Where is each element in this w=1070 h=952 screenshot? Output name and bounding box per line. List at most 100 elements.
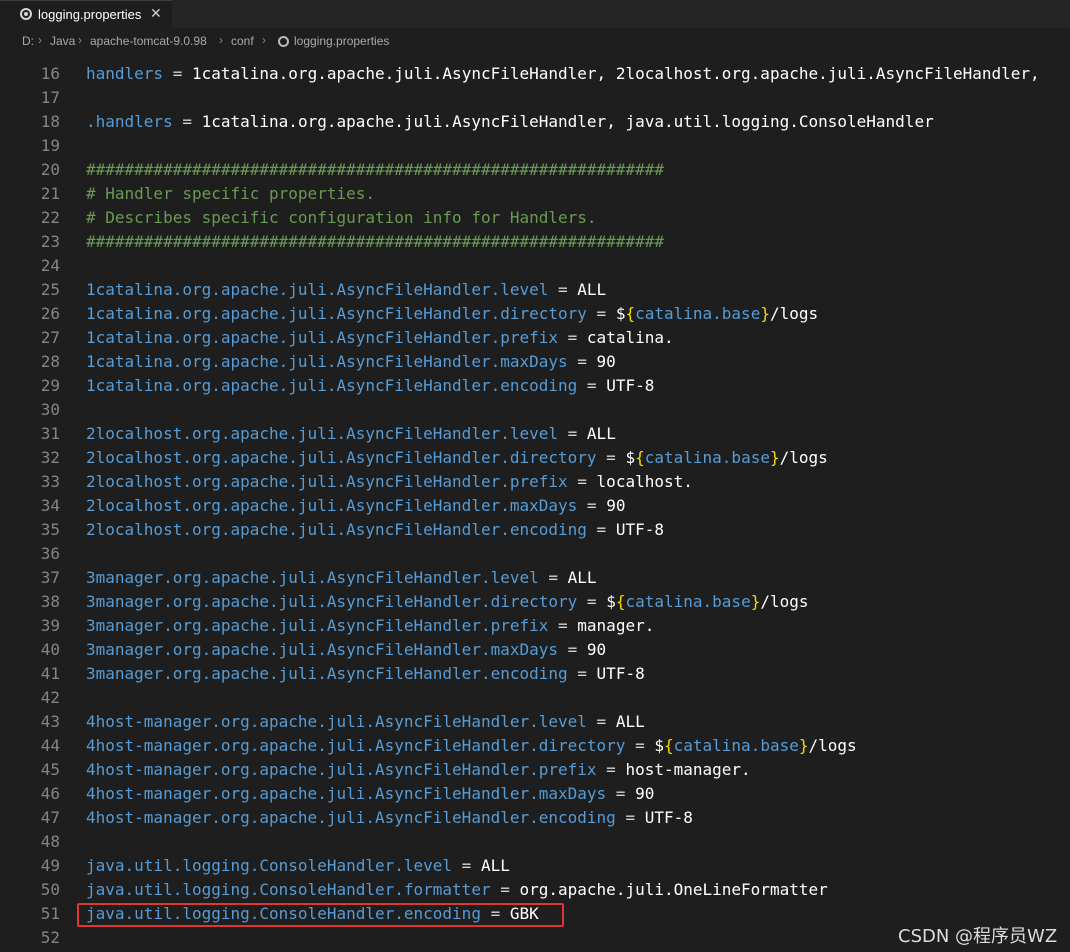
code-content: 1catalina.org.apache.juli.AsyncFileHandl…: [86, 278, 606, 302]
property-value: /logs: [808, 736, 857, 755]
code-content: 1catalina.org.apache.juli.AsyncFileHandl…: [86, 374, 654, 398]
property-value: 90: [586, 640, 607, 659]
property-key: 2localhost.org.apache.juli.AsyncFileHand…: [86, 424, 559, 443]
line-number: 36: [40, 544, 60, 563]
code-content: 2localhost.org.apache.juli.AsyncFileHand…: [86, 422, 616, 446]
code-line[interactable]: 40 3manager.org.apache.juli.AsyncFileHand…: [0, 638, 1070, 662]
equals-operator: =: [586, 304, 616, 323]
code-line[interactable]: 43 4host-manager.org.apache.juli.AsyncFil…: [0, 710, 1070, 734]
code-line[interactable]: 46 4host-manager.org.apache.juli.AsyncFil…: [0, 782, 1070, 806]
code-content: .handlers = 1catalina.org.apache.juli.As…: [86, 110, 934, 134]
line-number: 50: [40, 880, 60, 899]
code-line[interactable]: 36: [0, 542, 1070, 566]
code-content: java.util.logging.ConsoleHandler.level =…: [86, 854, 510, 878]
line-number: 39: [40, 616, 60, 635]
property-value: ALL: [577, 280, 607, 299]
line-number: 27: [40, 328, 60, 347]
breadcrumb-separator: ›: [78, 33, 82, 47]
equals-operator: =: [577, 496, 607, 515]
code-line[interactable]: 23 ######################################…: [0, 230, 1070, 254]
code-content: # Handler specific properties.: [86, 182, 375, 206]
code-line[interactable]: 34 2localhost.org.apache.juli.AsyncFileHa…: [0, 494, 1070, 518]
line-number: 24: [40, 256, 60, 275]
watermark: CSDN @程序员WZ: [898, 926, 1058, 947]
code-line[interactable]: 17: [0, 86, 1070, 110]
code-line[interactable]: 41 3manager.org.apache.juli.AsyncFileHand…: [0, 662, 1070, 686]
property-key: 2localhost.org.apache.juli.AsyncFileHand…: [86, 472, 568, 491]
code-line[interactable]: 28 1catalina.org.apache.juli.AsyncFileHan…: [0, 350, 1070, 374]
line-number: 46: [40, 784, 60, 803]
equals-operator: =: [606, 784, 636, 803]
breadcrumb-item-conf[interactable]: conf: [231, 34, 254, 48]
property-value: $: [615, 304, 626, 323]
breadcrumb-item-java[interactable]: Java: [50, 34, 75, 48]
code-line[interactable]: 38 3manager.org.apache.juli.AsyncFileHand…: [0, 590, 1070, 614]
code-editor[interactable]: 16 handlers = 1catalina.org.apache.juli.A…: [0, 54, 1070, 952]
property-value: ALL: [615, 712, 645, 731]
code-line[interactable]: 16 handlers = 1catalina.org.apache.juli.A…: [0, 62, 1070, 86]
code-line[interactable]: 20 ######################################…: [0, 158, 1070, 182]
code-line[interactable]: 47 4host-manager.org.apache.juli.AsyncFil…: [0, 806, 1070, 830]
code-line[interactable]: 42: [0, 686, 1070, 710]
variable-name: catalina.base: [644, 448, 770, 467]
line-number: 30: [40, 400, 60, 419]
property-key: 3manager.org.apache.juli.AsyncFileHandle…: [86, 616, 549, 635]
property-key: 4host-manager.org.apache.juli.AsyncFileH…: [86, 760, 597, 779]
code-content: handlers = 1catalina.org.apache.juli.Asy…: [86, 62, 1040, 86]
line-number: 31: [40, 424, 60, 443]
code-line[interactable]: 50 java.util.logging.ConsoleHandler.forma…: [0, 878, 1070, 902]
code-content: 4host-manager.org.apache.juli.AsyncFileH…: [86, 782, 654, 806]
line-number: 47: [40, 808, 60, 827]
code-line[interactable]: 49 java.util.logging.ConsoleHandler.level…: [0, 854, 1070, 878]
code-line[interactable]: 35 2localhost.org.apache.juli.AsyncFileHa…: [0, 518, 1070, 542]
tab-label: logging.properties: [38, 7, 142, 22]
code-line[interactable]: 48: [0, 830, 1070, 854]
brace-close: }: [760, 304, 770, 323]
property-value: $: [625, 448, 636, 467]
code-line[interactable]: 25 1catalina.org.apache.juli.AsyncFileHan…: [0, 278, 1070, 302]
code-line[interactable]: 33 2localhost.org.apache.juli.AsyncFileHa…: [0, 470, 1070, 494]
code-content: ########################################…: [86, 158, 664, 182]
property-key: .handlers: [86, 112, 173, 131]
code-line[interactable]: 45 4host-manager.org.apache.juli.AsyncFil…: [0, 758, 1070, 782]
breadcrumb-item-drive[interactable]: D:: [22, 34, 34, 48]
code-line[interactable]: 44 4host-manager.org.apache.juli.AsyncFil…: [0, 734, 1070, 758]
code-line[interactable]: 26 1catalina.org.apache.juli.AsyncFileHan…: [0, 302, 1070, 326]
property-value: $: [654, 736, 664, 755]
property-value: 90: [635, 784, 655, 803]
equals-operator: =: [567, 664, 597, 683]
code-line[interactable]: 31 2localhost.org.apache.juli.AsyncFileHa…: [0, 422, 1070, 446]
code-line[interactable]: 21 # Handler specific properties.: [0, 182, 1070, 206]
property-value: UTF-8: [596, 664, 645, 683]
tab-logging-properties[interactable]: logging.properties ✕: [0, 0, 172, 28]
code-line[interactable]: 39 3manager.org.apache.juli.AsyncFileHand…: [0, 614, 1070, 638]
code-line[interactable]: 27 1catalina.org.apache.juli.AsyncFileHan…: [0, 326, 1070, 350]
line-number: 42: [40, 688, 60, 707]
code-line[interactable]: 19: [0, 134, 1070, 158]
comment-text: # Describes specific configuration info …: [86, 208, 597, 227]
breadcrumb-item-file[interactable]: logging.properties: [294, 34, 389, 48]
code-line[interactable]: 18 .handlers = 1catalina.org.apache.juli.…: [0, 110, 1070, 134]
code-line[interactable]: 24: [0, 254, 1070, 278]
breadcrumb-item-tomcat[interactable]: apache-tomcat-9.0.98: [90, 34, 207, 48]
line-number: 44: [40, 736, 60, 755]
code-line[interactable]: 29 1catalina.org.apache.juli.AsyncFileHan…: [0, 374, 1070, 398]
code-content: 2localhost.org.apache.juli.AsyncFileHand…: [86, 470, 693, 494]
property-key: 4host-manager.org.apache.juli.AsyncFileH…: [86, 736, 626, 755]
line-number: 49: [40, 856, 60, 875]
property-value: host-manager.: [625, 760, 751, 779]
equals-operator: =: [558, 328, 587, 347]
code-content: 3manager.org.apache.juli.AsyncFileHandle…: [86, 638, 606, 662]
code-content: 1catalina.org.apache.juli.AsyncFileHandl…: [86, 326, 674, 350]
close-icon[interactable]: ✕: [150, 5, 162, 22]
property-key: 1catalina.org.apache.juli.AsyncFileHandl…: [86, 304, 587, 323]
property-key: java.util.logging.ConsoleHandler.level: [86, 856, 453, 875]
equals-operator: =: [586, 712, 616, 731]
code-line[interactable]: 37 3manager.org.apache.juli.AsyncFileHand…: [0, 566, 1070, 590]
property-value: 90: [596, 352, 616, 371]
code-line[interactable]: 30: [0, 398, 1070, 422]
property-key: 2localhost.org.apache.juli.AsyncFileHand…: [86, 496, 578, 515]
code-line[interactable]: 32 2localhost.org.apache.juli.AsyncFileHa…: [0, 446, 1070, 470]
code-line[interactable]: 22 # Describes specific configuration inf…: [0, 206, 1070, 230]
line-number: 29: [40, 376, 60, 395]
